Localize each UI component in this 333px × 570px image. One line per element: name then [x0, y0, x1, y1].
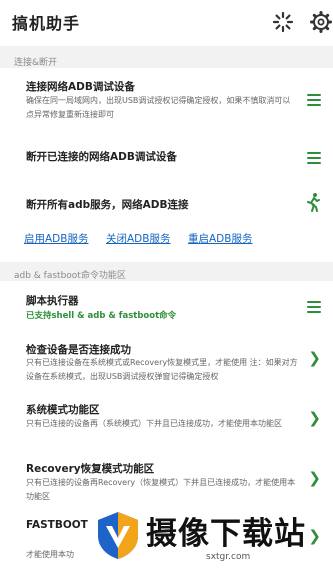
row-disconnect-network-adb[interactable]: 断开已连接的网络ADB调试设备: [0, 132, 333, 184]
running-person-icon[interactable]: [305, 192, 321, 212]
row-title: 检查设备是否连接成功: [26, 344, 131, 356]
section-header-adb-fastboot: adb & fastboot命令功能区: [14, 271, 126, 281]
row-check-device[interactable]: 检查设备是否连接成功 只有已连接设备在系统模式或Recovery恢复模式里，才能…: [0, 335, 333, 393]
chevron-right-icon[interactable]: ❯: [308, 469, 321, 487]
row-title: 断开已连接的网络ADB调试设备: [26, 151, 177, 163]
chevron-right-icon[interactable]: ❯: [308, 527, 321, 545]
row-title: 系统模式功能区: [26, 404, 100, 416]
row-desc: 只有已连接的设备再（系统模式）下并且已连接成功，才能使用本功能区: [26, 419, 282, 428]
menu-icon[interactable]: [307, 152, 321, 164]
row-title: 断开所有adb服务，网络ADB连接: [26, 199, 189, 211]
row-desc: 确保在同一局域网内，出现USB调试授权记得确定授权，如果不慎取消可以点异常修复重…: [26, 96, 291, 119]
row-desc: 只有已连接设备在系统模式或Recovery恢复模式里，才能使用 注：如果对方设备…: [26, 358, 298, 381]
row-subtitle: 已支持shell & adb & fastboot命令: [26, 311, 177, 321]
row-connect-network-adb[interactable]: 连接网络ADB调试设备 确保在同一局域网内，出现USB调试授权记得确定授权，如果…: [0, 68, 333, 132]
chevron-right-icon[interactable]: ❯: [308, 349, 321, 367]
row-title: Recovery恢复模式功能区: [26, 463, 155, 475]
section-header-connect: 连接&断开: [14, 58, 58, 68]
watermark-url: sxtgr.com: [206, 552, 251, 562]
restart-adb-link[interactable]: 重启ADB服务: [188, 231, 252, 246]
row-title: 脚本执行器: [26, 295, 79, 307]
row-disconnect-all-adb[interactable]: 断开所有adb服务，网络ADB连接: [0, 184, 333, 228]
row-title: FASTBOOT: [26, 519, 88, 531]
app-title: 搞机助手: [12, 14, 81, 33]
menu-icon[interactable]: [307, 301, 321, 313]
row-script-executor[interactable]: 脚本执行器 已支持shell & adb & fastboot命令: [0, 281, 333, 331]
row-title: 连接网络ADB调试设备: [26, 81, 135, 93]
watermark-text: 摄像下载站: [146, 516, 306, 552]
watermark-logo-icon: [98, 512, 138, 559]
enable-adb-link[interactable]: 启用ADB服务: [24, 231, 88, 246]
close-adb-link[interactable]: 关闭ADB服务: [106, 231, 170, 246]
row-desc: 只有已连接的设备再Recovery（恢复模式）下并且已连接成功，才能使用本功能区: [26, 478, 296, 501]
refresh-spinner-icon[interactable]: [271, 10, 295, 34]
row-system-mode[interactable]: 系统模式功能区 只有已连接的设备再（系统模式）下并且已连接成功，才能使用本功能区…: [0, 397, 333, 451]
settings-gear-icon[interactable]: [309, 10, 333, 34]
menu-icon[interactable]: [307, 94, 321, 106]
connect-card: 连接网络ADB调试设备 确保在同一局域网内，出现USB调试授权记得确定授权，如果…: [0, 68, 333, 262]
row-recovery-mode[interactable]: Recovery恢复模式功能区 只有已连接的设备再Recovery（恢复模式）下…: [0, 455, 333, 511]
top-app-bar: 搞机助手: [0, 0, 333, 46]
chevron-right-icon[interactable]: ❯: [308, 409, 321, 427]
